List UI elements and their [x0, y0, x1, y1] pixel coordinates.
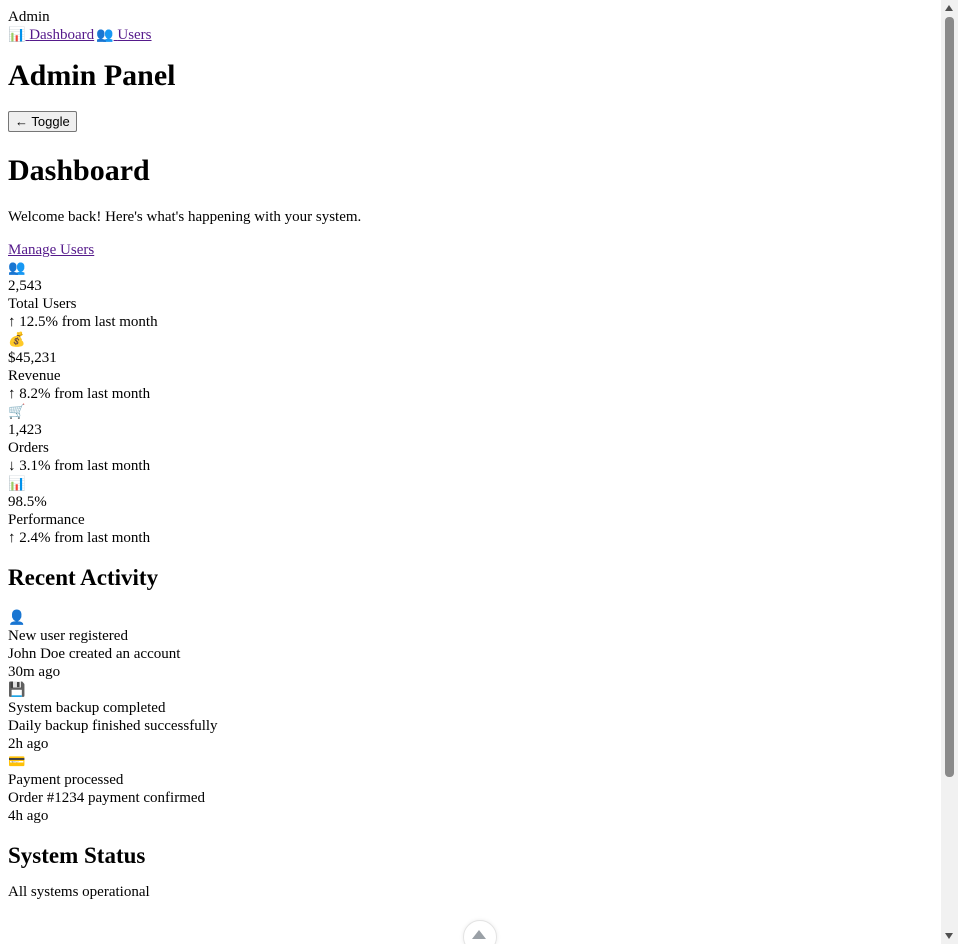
activity-list: 👤 New user registered John Doe created a… — [8, 609, 938, 825]
chart-icon: 📊 — [8, 27, 26, 43]
stat-change: ↑ 12.5% from last month — [8, 314, 158, 330]
system-status-heading: System Status — [8, 843, 146, 868]
shopping-cart-icon: 🛒 — [8, 404, 26, 420]
app-title: Admin Panel — [8, 59, 176, 92]
page-title: Dashboard — [8, 154, 150, 187]
chart-icon: 📊 — [8, 476, 26, 492]
manage-users-link[interactable]: Manage Users — [8, 242, 94, 258]
activity-time: 30m ago — [8, 664, 61, 680]
welcome-text: Welcome back! Here's what's happening wi… — [8, 209, 362, 225]
scroll-down-arrow-icon[interactable] — [945, 933, 953, 939]
stat-value: 98.5% — [8, 494, 47, 510]
stat-label: Performance — [8, 512, 85, 528]
scrollbar-thumb[interactable] — [945, 17, 954, 777]
stat-card-revenue: 💰 $45,231 Revenue ↑ 8.2% from last month — [8, 331, 938, 403]
stat-change: ↑ 2.4% from last month — [8, 530, 151, 546]
user-icon: 👤 — [8, 610, 26, 626]
floating-logo-button[interactable] — [463, 920, 497, 944]
toggle-sidebar-button[interactable]: ← Toggle — [8, 111, 77, 132]
nav-label-dashboard: Dashboard — [29, 27, 95, 43]
activity-description: John Doe created an account — [8, 646, 181, 662]
stat-value: $45,231 — [8, 350, 57, 366]
activity-title: New user registered — [8, 628, 128, 644]
page: Admin 📊 Dashboard 👥 Users Admin Panel ← T… — [0, 0, 958, 944]
triangle-logo-icon — [472, 930, 486, 939]
stat-card-orders: 🛒 1,423 Orders ↓ 3.1% from last month — [8, 403, 938, 475]
stats-grid: 👥 2,543 Total Users ↑ 12.5% from last mo… — [8, 259, 938, 547]
users-icon: 👥 — [8, 260, 26, 276]
stat-value: 1,423 — [8, 422, 42, 438]
users-icon: 👥 — [96, 27, 114, 43]
credit-card-icon: 💳 — [8, 754, 26, 770]
activity-item: 💾 System backup completed Daily backup f… — [8, 681, 938, 753]
nav-link-dashboard[interactable]: 📊 Dashboard — [8, 27, 94, 43]
activity-time: 4h ago — [8, 808, 49, 824]
activity-title: System backup completed — [8, 700, 166, 716]
vertical-scrollbar[interactable] — [941, 0, 958, 944]
main-content: Admin 📊 Dashboard 👥 Users Admin Panel ← T… — [8, 8, 938, 901]
stat-change: ↑ 8.2% from last month — [8, 386, 151, 402]
nav-label-users: Users — [117, 27, 152, 43]
recent-activity-heading: Recent Activity — [8, 565, 159, 590]
money-bag-icon: 💰 — [8, 332, 26, 348]
activity-description: Order #1234 payment confirmed — [8, 790, 206, 806]
stat-value: 2,543 — [8, 278, 42, 294]
activity-title: Payment processed — [8, 772, 124, 788]
stat-card-total-users: 👥 2,543 Total Users ↑ 12.5% from last mo… — [8, 259, 938, 331]
sidebar-nav: 📊 Dashboard 👥 Users — [8, 26, 938, 44]
activity-item: 💳 Payment processed Order #1234 payment … — [8, 753, 938, 825]
system-status-text: All systems operational — [8, 884, 150, 900]
scroll-up-arrow-icon[interactable] — [945, 5, 953, 11]
activity-item: 👤 New user registered John Doe created a… — [8, 609, 938, 681]
stat-label: Revenue — [8, 368, 61, 384]
activity-time: 2h ago — [8, 736, 49, 752]
nav-link-users[interactable]: 👥 Users — [96, 27, 151, 43]
stat-card-performance: 📊 98.5% Performance ↑ 2.4% from last mon… — [8, 475, 938, 547]
floppy-disk-icon: 💾 — [8, 682, 26, 698]
stat-change: ↓ 3.1% from last month — [8, 458, 151, 474]
activity-description: Daily backup finished successfully — [8, 718, 218, 734]
stat-label: Total Users — [8, 296, 77, 312]
sidebar-brand: Admin — [8, 9, 50, 25]
stat-label: Orders — [8, 440, 49, 456]
